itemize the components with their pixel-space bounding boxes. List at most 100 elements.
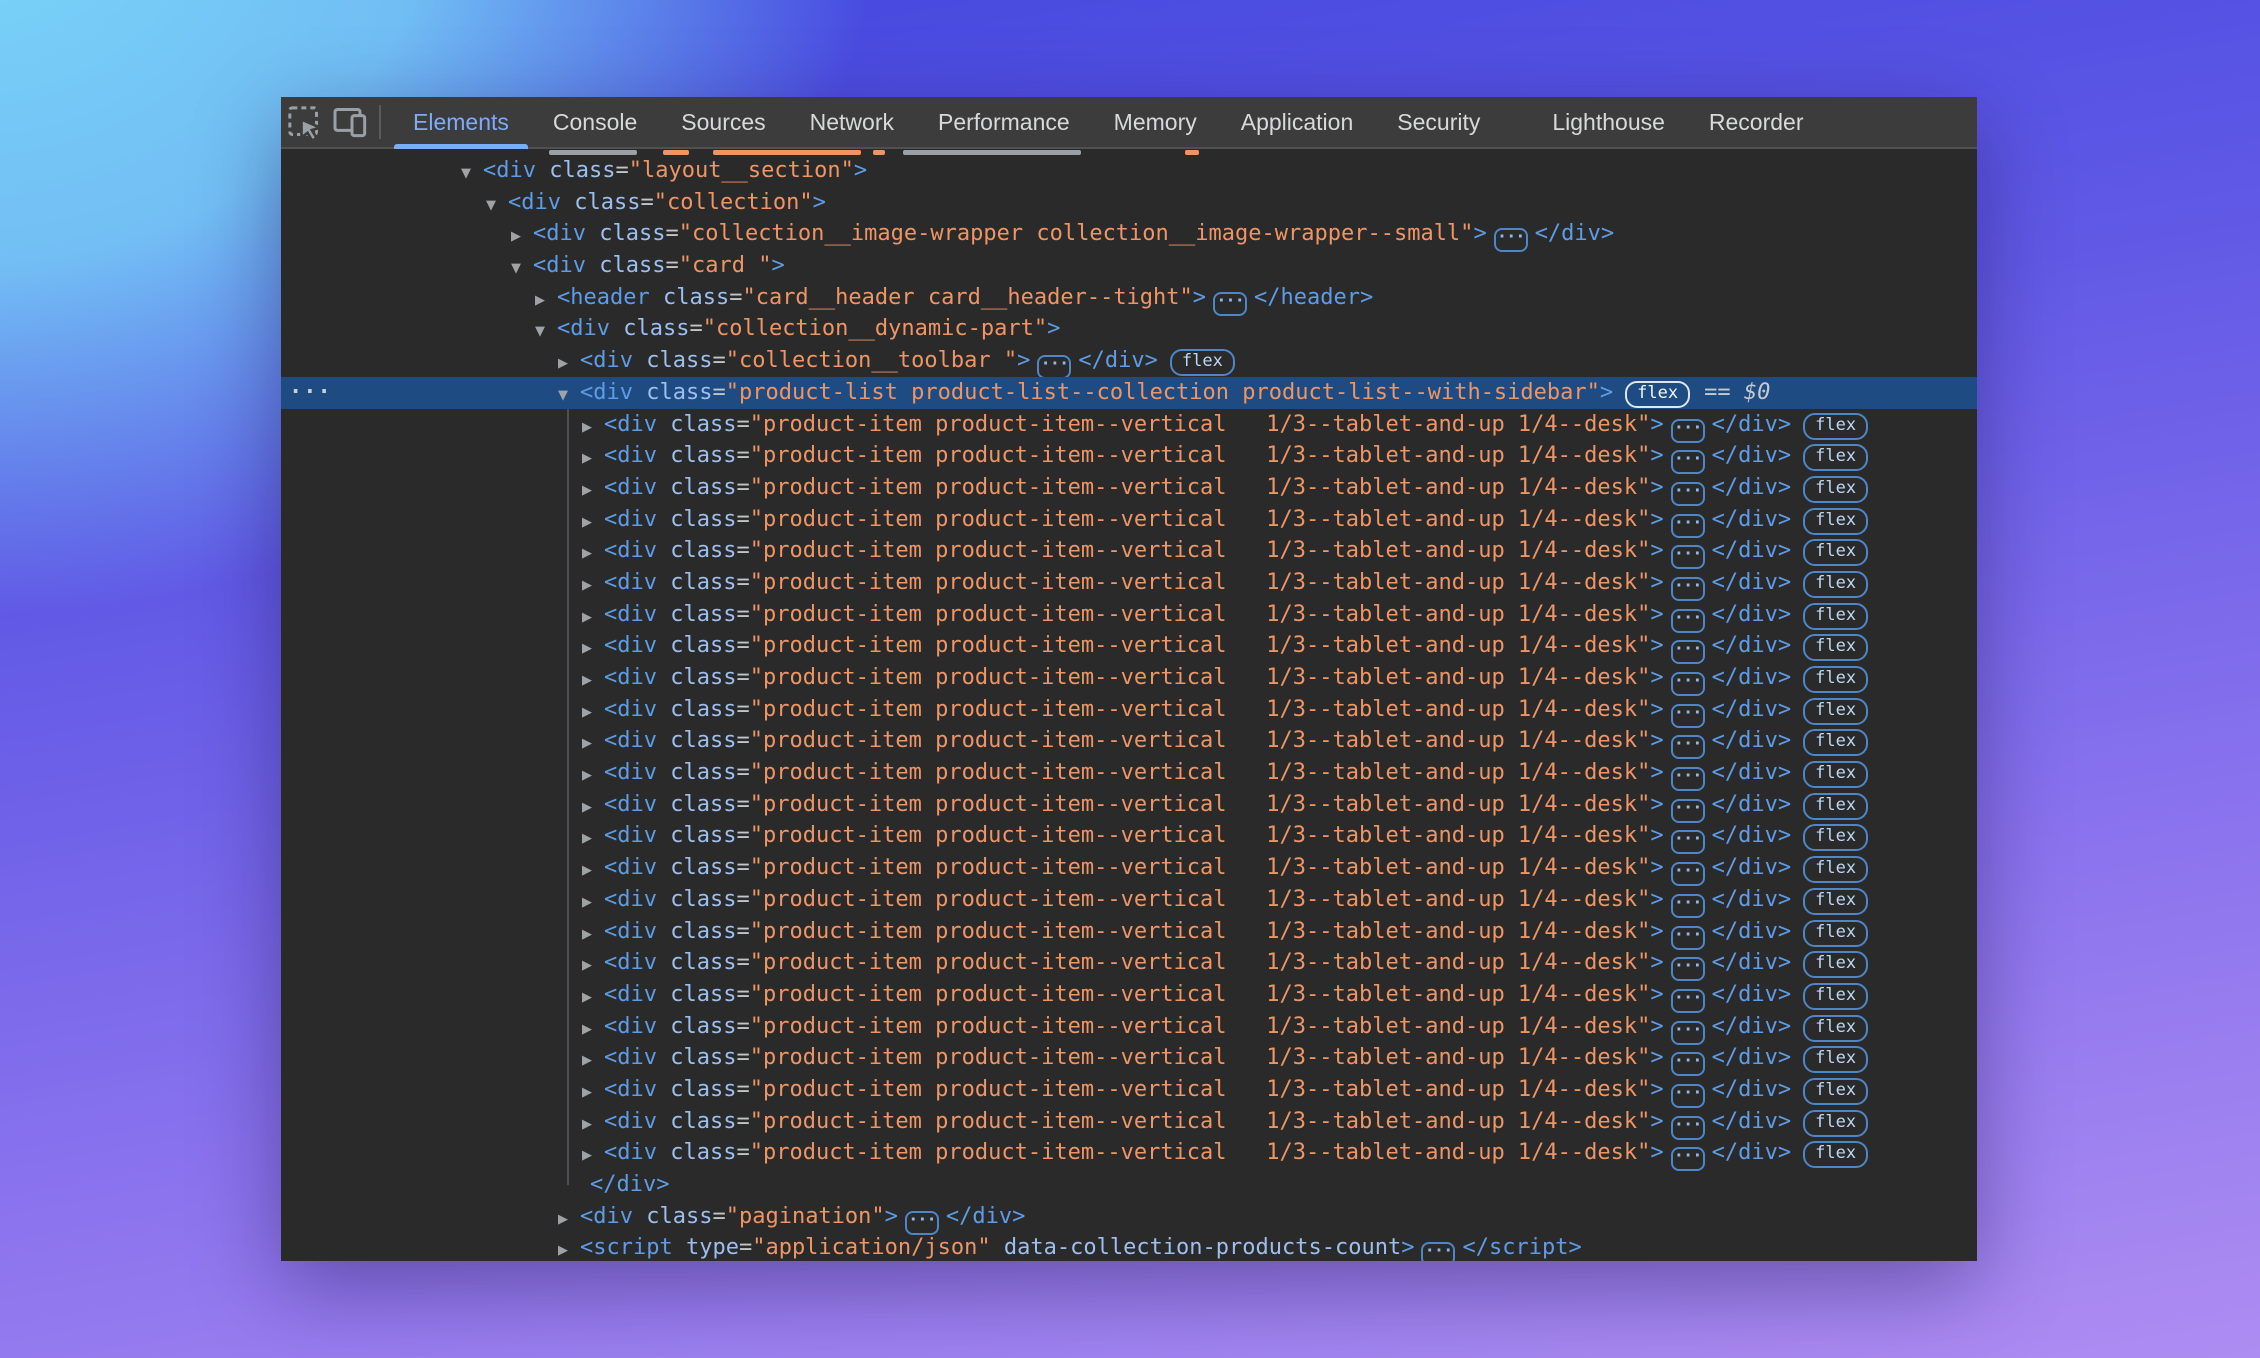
expand-triangle-icon[interactable]: ▶	[582, 728, 604, 760]
toggle-device-toolbar-button[interactable]	[327, 100, 373, 144]
expand-triangle-icon[interactable]: ▶	[582, 1140, 604, 1172]
flex-badge[interactable]: flex	[1803, 983, 1868, 1010]
collapse-triangle-icon[interactable]: ▼	[558, 380, 580, 412]
expand-triangle-icon[interactable]: ▶	[582, 570, 604, 602]
dom-tree-row[interactable]: ▶<div class="product-item product-item--…	[281, 1074, 1977, 1106]
flex-badge[interactable]: flex	[1803, 856, 1868, 883]
dom-tree-row[interactable]: ▶<div class="product-item product-item--…	[281, 789, 1977, 821]
inline-expand-button[interactable]: ···	[1671, 989, 1705, 1013]
inline-expand-button[interactable]: ···	[1671, 1116, 1705, 1140]
dom-tree-row[interactable]: ▶<div class="product-item product-item--…	[281, 409, 1977, 441]
inline-expand-button[interactable]: ···	[1671, 577, 1705, 601]
dom-tree-row[interactable]: ▶<div class="collection__toolbar ">···</…	[281, 345, 1977, 377]
flex-badge[interactable]: flex	[1803, 1015, 1868, 1042]
dom-tree-row[interactable]: </div>	[281, 1169, 1977, 1201]
inline-expand-button[interactable]: ···	[1671, 926, 1705, 950]
tab-memory[interactable]: Memory	[1092, 97, 1219, 147]
dom-tree-row[interactable]: ▶<header class="card__header card__heade…	[281, 282, 1977, 314]
inline-expand-button[interactable]: ···	[1494, 228, 1528, 252]
flex-badge[interactable]: flex	[1803, 444, 1868, 471]
inline-expand-button[interactable]: ···	[1671, 609, 1705, 633]
collapse-triangle-icon[interactable]: ▼	[511, 253, 533, 285]
expand-triangle-icon[interactable]: ▶	[582, 823, 604, 855]
dom-tree-row[interactable]: ▶<div class="product-item product-item--…	[281, 916, 1977, 948]
dom-tree-row[interactable]: ▶<div class="product-item product-item--…	[281, 1042, 1977, 1074]
dom-tree-row[interactable]: ▶<div class="product-item product-item--…	[281, 884, 1977, 916]
inline-expand-button[interactable]: ···	[1671, 1052, 1705, 1076]
inline-expand-button[interactable]: ···	[1671, 1147, 1705, 1171]
expand-triangle-icon[interactable]: ▶	[511, 221, 533, 253]
inline-expand-button[interactable]: ···	[1671, 1084, 1705, 1108]
tab-sources[interactable]: Sources	[659, 97, 787, 147]
dom-tree-row[interactable]: ▶<div class="product-item product-item--…	[281, 567, 1977, 599]
inline-expand-button[interactable]: ···	[905, 1211, 939, 1235]
flex-badge[interactable]: flex	[1803, 413, 1868, 440]
flex-badge[interactable]: flex	[1803, 603, 1868, 630]
dom-tree-row[interactable]: ▶<script type="application/json" data-co…	[281, 1232, 1977, 1261]
flex-badge[interactable]: flex	[1803, 951, 1868, 978]
inline-expand-button[interactable]: ···	[1671, 894, 1705, 918]
inline-expand-button[interactable]: ···	[1421, 1242, 1455, 1261]
dom-tree-row[interactable]: ▶<div class="product-item product-item--…	[281, 725, 1977, 757]
flex-badge[interactable]: flex	[1803, 571, 1868, 598]
flex-badge[interactable]: flex	[1170, 349, 1235, 376]
expand-triangle-icon[interactable]: ▶	[582, 1045, 604, 1077]
dom-tree-row[interactable]: ▶<div class="product-item product-item--…	[281, 979, 1977, 1011]
inline-expand-button[interactable]: ···	[1671, 767, 1705, 791]
inline-expand-button[interactable]: ···	[1671, 482, 1705, 506]
expand-triangle-icon[interactable]: ▶	[582, 855, 604, 887]
flex-badge[interactable]: flex	[1803, 793, 1868, 820]
expand-triangle-icon[interactable]: ▶	[582, 950, 604, 982]
dom-tree-row[interactable]: ▶<div class="product-item product-item--…	[281, 820, 1977, 852]
dom-tree-row[interactable]: ▼<div class="layout__section">	[281, 155, 1977, 187]
tab-security[interactable]: Security	[1375, 97, 1502, 147]
inline-expand-button[interactable]: ···	[1671, 640, 1705, 664]
dom-tree-row[interactable]: ▶<div class="pagination">···</div>	[281, 1201, 1977, 1233]
inline-expand-button[interactable]: ···	[1671, 799, 1705, 823]
dom-tree-row[interactable]: ▶<div class="product-item product-item--…	[281, 504, 1977, 536]
flex-badge[interactable]: flex	[1803, 539, 1868, 566]
dom-tree-row[interactable]: ▶<div class="product-item product-item--…	[281, 630, 1977, 662]
dom-tree-row[interactable]: ▶<div class="product-item product-item--…	[281, 694, 1977, 726]
expand-triangle-icon[interactable]: ▶	[582, 887, 604, 919]
expand-triangle-icon[interactable]: ▶	[582, 665, 604, 697]
dom-tree-row[interactable]: ▶<div class="product-item product-item--…	[281, 947, 1977, 979]
dom-tree-row[interactable]: ▶<div class="product-item product-item--…	[281, 599, 1977, 631]
dom-tree-row[interactable]: ▼<div class="collection__dynamic-part">	[281, 313, 1977, 345]
expand-triangle-icon[interactable]: ▶	[582, 602, 604, 634]
expand-triangle-icon[interactable]: ▶	[558, 348, 580, 380]
expand-triangle-icon[interactable]: ▶	[558, 1235, 580, 1261]
tab-lighthouse[interactable]: Lighthouse	[1530, 97, 1687, 147]
dom-tree-row[interactable]: ▶<div class="product-item product-item--…	[281, 440, 1977, 472]
inline-expand-button[interactable]: ···	[1671, 450, 1705, 474]
inline-expand-button[interactable]: ···	[1671, 1021, 1705, 1045]
expand-triangle-icon[interactable]: ▶	[582, 982, 604, 1014]
expand-triangle-icon[interactable]: ▶	[582, 1109, 604, 1141]
dom-tree-row[interactable]: ▶<div class="product-item product-item--…	[281, 1106, 1977, 1138]
dom-tree-row[interactable]: ▶<div class="product-item product-item--…	[281, 852, 1977, 884]
tab-network[interactable]: Network	[788, 97, 916, 147]
dom-tree-row[interactable]: ▼<div class="collection">	[281, 187, 1977, 219]
inline-expand-button[interactable]: ···	[1671, 672, 1705, 696]
expand-triangle-icon[interactable]: ▶	[582, 1077, 604, 1109]
flex-badge[interactable]: flex	[1803, 1141, 1868, 1168]
flex-badge[interactable]: flex	[1803, 761, 1868, 788]
dom-tree-row[interactable]: ▶<div class="product-item product-item--…	[281, 662, 1977, 694]
flex-badge[interactable]: flex	[1803, 729, 1868, 756]
dom-tree-row[interactable]: ···▼<div class="product-list product-lis…	[281, 377, 1977, 409]
expand-triangle-icon[interactable]: ▶	[582, 760, 604, 792]
expand-triangle-icon[interactable]: ▶	[582, 697, 604, 729]
inline-expand-button[interactable]: ···	[1671, 957, 1705, 981]
dom-tree-row[interactable]: ▶<div class="product-item product-item--…	[281, 757, 1977, 789]
inline-expand-button[interactable]: ···	[1671, 514, 1705, 538]
expand-triangle-icon[interactable]: ▶	[535, 285, 557, 317]
expand-triangle-icon[interactable]: ▶	[582, 412, 604, 444]
flex-badge[interactable]: flex	[1803, 1046, 1868, 1073]
flex-badge[interactable]: flex	[1803, 920, 1868, 947]
inline-expand-button[interactable]: ···	[1671, 735, 1705, 759]
expand-triangle-icon[interactable]: ▶	[558, 1204, 580, 1236]
expand-triangle-icon[interactable]: ▶	[582, 475, 604, 507]
inspect-element-button[interactable]	[281, 100, 327, 144]
inline-expand-button[interactable]: ···	[1037, 355, 1071, 379]
flex-badge[interactable]: flex	[1803, 634, 1868, 661]
